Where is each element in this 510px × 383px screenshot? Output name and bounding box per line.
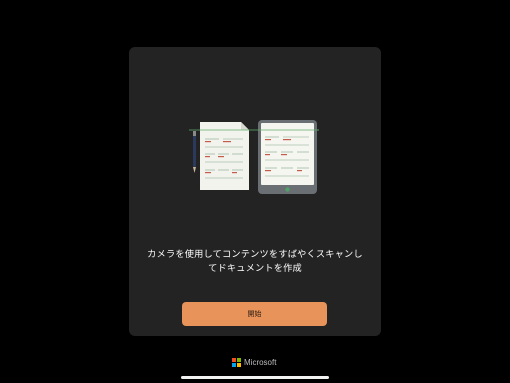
microsoft-branding: Microsoft bbox=[232, 356, 276, 368]
message-line-2: てドキュメントを作成 bbox=[208, 263, 302, 274]
message-line-1: カメラを使用してコンテンツをすばやくスキャンし bbox=[147, 249, 363, 260]
scan-illustration bbox=[189, 120, 319, 194]
onboarding-card: カメラを使用してコンテンツをすばやくスキャンし てドキュメントを作成 開始 bbox=[129, 47, 381, 336]
start-button[interactable]: 開始 bbox=[182, 302, 327, 326]
onboarding-message: カメラを使用してコンテンツをすばやくスキャンし てドキュメントを作成 bbox=[137, 248, 373, 276]
home-indicator[interactable] bbox=[181, 376, 329, 379]
pen-icon bbox=[193, 131, 196, 173]
screen: カメラを使用してコンテンツをすばやくスキャンし てドキュメントを作成 開始 Mi… bbox=[0, 0, 510, 383]
brand-name: Microsoft bbox=[244, 357, 277, 367]
tablet-document-icon bbox=[258, 120, 319, 194]
microsoft-logo-icon bbox=[232, 357, 241, 367]
